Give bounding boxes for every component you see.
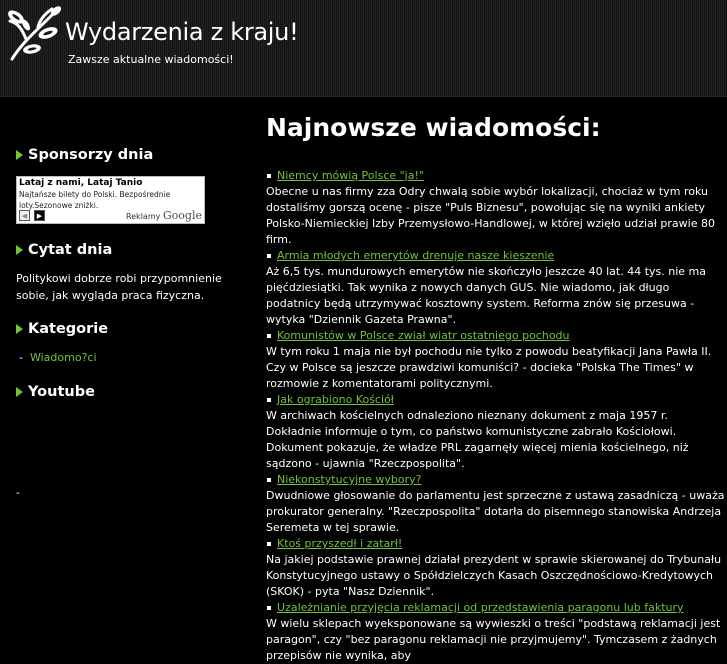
ad-next-button[interactable]: ▶	[34, 210, 45, 221]
news-bullet: Armia młodych emerytów drenuje nasze kie…	[266, 248, 726, 264]
category-bullet: -	[19, 351, 23, 364]
news-title-link[interactable]: Niemcy mówią Polsce "ja!"	[277, 169, 424, 182]
news-bullet: Niemcy mówią Polsce "ja!"	[266, 168, 726, 184]
news-title-link[interactable]: Uzależnianie przyjęcia reklamacji od prz…	[277, 601, 684, 614]
news-item: Komunistów w Polsce zwiał wiatr ostatnie…	[266, 328, 726, 392]
site-title[interactable]: Wydarzenia z kraju!	[65, 18, 299, 46]
news-item: Uzależnianie przyjęcia reklamacji od prz…	[266, 600, 726, 664]
category-link-wiadomosci[interactable]: Wiadomo?ci	[30, 351, 97, 364]
site-header: Wydarzenia z kraju! Zawsze aktualne wiad…	[0, 0, 727, 97]
site-tagline: Zawsze aktualne wiadomości!	[68, 53, 234, 66]
news-bullet: Ktoś przyszedł i zatarł!	[266, 536, 726, 552]
sponsored-ad[interactable]: Lataj z nami, Lataj Tanio Najtańsze bile…	[16, 176, 205, 224]
category-item: - Wiadomo?ci	[19, 351, 97, 364]
news-item: Niemcy mówią Polsce "ja!" Obecne u nas f…	[266, 168, 726, 248]
arrow-right-icon	[16, 324, 23, 334]
youtube-content: -	[16, 486, 20, 499]
quote-heading-label: Cytat dnia	[28, 242, 113, 258]
ad-choices-link[interactable]: Reklamy Google	[126, 209, 202, 222]
news-summary: W tym roku 1 maja nie był pochodu nie ty…	[266, 345, 712, 390]
ad-title[interactable]: Lataj z nami, Lataj Tanio	[19, 178, 142, 188]
arrow-right-icon	[16, 150, 23, 160]
news-summary: Dwudniowe głosowanie do parlamentu jest …	[266, 489, 725, 534]
news-bullet: Niekonstytucyjne wybory?	[266, 472, 726, 488]
news-item: Jak ograbiono Kościół W archiwach koście…	[266, 392, 726, 472]
page-title: Najnowsze wiadomości:	[266, 113, 601, 142]
news-bullet: Komunistów w Polsce zwiał wiatr ostatnie…	[266, 328, 726, 344]
news-list: Niemcy mówią Polsce "ja!" Obecne u nas f…	[266, 168, 726, 664]
news-title-link[interactable]: Jak ograbiono Kościół	[277, 393, 394, 406]
arrow-right-icon	[16, 245, 23, 255]
news-title-link[interactable]: Armia młodych emerytów drenuje nasze kie…	[277, 249, 554, 262]
arrow-right-icon	[16, 387, 23, 397]
news-summary: Na jakiej podstawie prawnej działał prez…	[266, 553, 722, 598]
news-item: Armia młodych emerytów drenuje nasze kie…	[266, 248, 726, 328]
news-item: Niekonstytucyjne wybory? Dwudniowe głoso…	[266, 472, 726, 536]
youtube-heading-label: Youtube	[28, 384, 95, 400]
ad-prev-button[interactable]: ◀	[19, 210, 30, 221]
news-title-link[interactable]: Ktoś przyszedł i zatarł!	[277, 537, 402, 550]
sponsors-heading: Sponsorzy dnia	[16, 147, 153, 163]
quote-heading: Cytat dnia	[16, 242, 112, 258]
news-summary: W wielu sklepach wyeksponowane są wywies…	[266, 617, 721, 662]
news-item: Ktoś przyszedł i zatarł! Na jakiej podst…	[266, 536, 726, 600]
ad-text[interactable]: Najtańsze bilety do Polski. Bezpośrednie…	[19, 189, 179, 211]
news-title-link[interactable]: Niekonstytucyjne wybory?	[277, 473, 422, 486]
leaf-logo-icon[interactable]	[4, 3, 64, 63]
categories-heading-label: Kategorie	[28, 321, 109, 337]
news-summary: Obecne u nas firmy zza Odry chwalą sobie…	[266, 185, 715, 246]
youtube-heading: Youtube	[16, 384, 95, 400]
sponsors-heading-label: Sponsorzy dnia	[28, 147, 154, 163]
news-summary: W archiwach kościelnych odnaleziono niez…	[266, 409, 689, 470]
news-title-link[interactable]: Komunistów w Polsce zwiał wiatr ostatnie…	[277, 329, 570, 342]
quote-text: Politykowi dobrze robi przypomnienie sob…	[16, 272, 222, 302]
ad-label-text: Reklamy	[125, 212, 161, 221]
news-bullet: Uzależnianie przyjęcia reklamacji od prz…	[266, 600, 726, 616]
news-bullet: Jak ograbiono Kościół	[266, 392, 726, 408]
ad-brand-logo: Google	[162, 209, 202, 222]
categories-heading: Kategorie	[16, 321, 108, 337]
news-summary: Aż 6,5 tys. mundurowych emerytów nie sko…	[266, 265, 706, 326]
